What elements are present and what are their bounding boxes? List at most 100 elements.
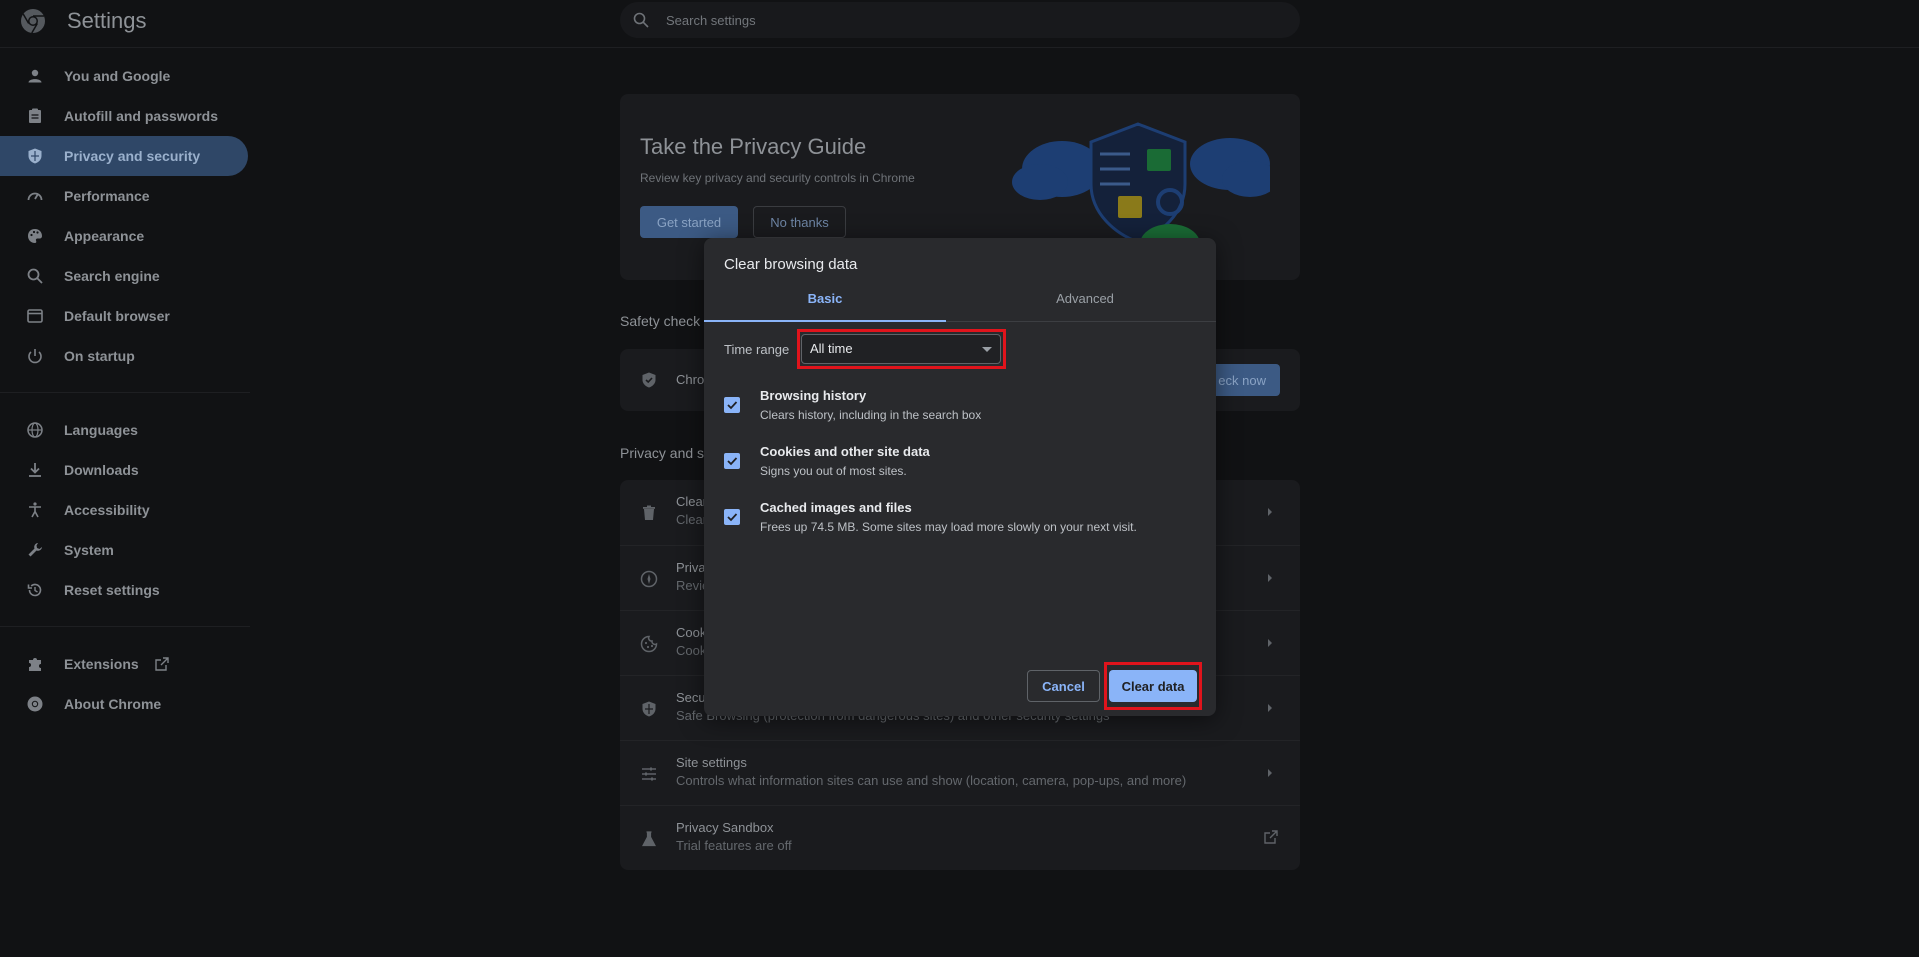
cancel-button[interactable]: Cancel (1027, 670, 1100, 702)
sidebar-item-accessibility[interactable]: Accessibility (0, 490, 248, 530)
clear-data-button[interactable]: Clear data (1109, 670, 1197, 702)
cookies-subtitle: Signs you out of most sites. (760, 464, 907, 478)
safety-check-row-title: Chro (676, 372, 705, 387)
sidebar-item-on-startup[interactable]: On startup (0, 336, 248, 376)
search-icon (27, 268, 43, 284)
browsing-history-subtitle: Clears history, including in the search … (760, 408, 982, 422)
sidebar-item-label: Extensions (64, 656, 139, 672)
sidebar-divider (0, 376, 250, 393)
sidebar-item-label: Downloads (64, 462, 139, 478)
row-title: Privacy Sandbox (676, 820, 774, 835)
sidebar-item-appearance[interactable]: Appearance (0, 216, 248, 256)
row-title: Secu (676, 690, 706, 705)
sidebar-item-downloads[interactable]: Downloads (0, 450, 248, 490)
sidebar-item-languages[interactable]: Languages (0, 410, 248, 450)
sidebar-item-label: Privacy and security (64, 148, 201, 164)
get-started-button[interactable]: Get started (640, 206, 738, 238)
sidebar-item-label: Accessibility (64, 502, 150, 518)
row-subtitle: Controls what information sites can use … (676, 773, 1187, 788)
shield-check-icon (642, 372, 656, 388)
cached-images-subtitle: Frees up 74.5 MB. Some sites may load mo… (760, 520, 1137, 534)
search-input[interactable] (666, 2, 1266, 38)
sidebar-item-label: You and Google (64, 68, 171, 84)
sidebar-item-you-and-google[interactable]: You and Google (0, 56, 248, 96)
checkmark-icon (727, 513, 738, 522)
dialog-title: Clear browsing data (724, 256, 858, 273)
sidebar-item-label: Appearance (64, 228, 145, 244)
power-icon (28, 349, 42, 364)
sidebar-item-performance[interactable]: Performance (0, 176, 248, 216)
trash-icon (643, 505, 655, 520)
row-title: Cook (676, 625, 707, 640)
sidebar-item-default-browser[interactable]: Default browser (0, 296, 248, 336)
cookie-icon (640, 635, 658, 653)
search-icon (633, 12, 649, 28)
dropdown-caret-icon (982, 347, 992, 352)
clipboard-icon (29, 108, 41, 123)
chevron-right-icon (1268, 769, 1272, 777)
chevron-right-icon (1268, 574, 1272, 582)
speedometer-icon (27, 192, 43, 201)
chevron-right-icon (1268, 508, 1272, 516)
dialog-tabs: Basic Advanced (704, 284, 1216, 322)
sidebar-item-label: On startup (64, 348, 135, 364)
shield-icon (28, 148, 42, 164)
chevron-right-icon (1268, 639, 1272, 647)
palette-icon (28, 229, 42, 243)
tab-advanced[interactable]: Advanced (964, 284, 1206, 322)
time-range-label: Time range (724, 342, 790, 357)
sidebar-item-label: Default browser (64, 308, 170, 324)
history-icon (27, 583, 42, 597)
time-range-value: All time (810, 341, 853, 356)
compass-icon (640, 570, 658, 588)
safety-check-label: Safety check (620, 313, 701, 329)
cookies-checkbox[interactable] (724, 453, 740, 469)
privacy-row-site-settings[interactable]: Site settings Controls what information … (620, 740, 1300, 805)
accessibility-icon (29, 502, 41, 518)
cookies-title: Cookies and other site data (760, 444, 930, 459)
wrench-icon (28, 543, 42, 557)
checkmark-icon (727, 401, 738, 410)
sidebar-item-privacy-and-security[interactable]: Privacy and security (0, 136, 248, 176)
open-in-new-icon (155, 657, 169, 671)
sidebar-item-autofill[interactable]: Autofill and passwords (0, 96, 248, 136)
cached-images-checkbox[interactable] (724, 509, 740, 525)
privacy-guide-title: Take the Privacy Guide (640, 134, 867, 159)
sidebar-item-label: System (64, 542, 114, 558)
sidebar-item-label: Autofill and passwords (64, 108, 219, 124)
browsing-history-checkbox[interactable] (724, 397, 740, 413)
sidebar-item-label: Languages (64, 422, 138, 438)
sidebar-item-extensions[interactable]: Extensions (0, 644, 248, 684)
row-title: Clear (676, 494, 708, 509)
search-bar[interactable] (620, 2, 1300, 38)
sidebar: You and Google Autofill and passwords Pr… (0, 56, 250, 724)
sliders-icon (642, 767, 656, 781)
sidebar-item-label: Search engine (64, 268, 160, 284)
row-title: Priva (676, 560, 706, 575)
puzzle-icon (29, 658, 41, 671)
row-subtitle: Clear (676, 512, 708, 527)
browsing-history-title: Browsing history (760, 388, 867, 403)
download-icon (29, 463, 41, 477)
chrome-icon (27, 696, 43, 712)
check-now-button[interactable]: eck now (1212, 364, 1280, 396)
sidebar-item-search-engine[interactable]: Search engine (0, 256, 248, 296)
sidebar-divider (0, 610, 250, 627)
time-range-select[interactable]: All time (801, 334, 1001, 364)
sidebar-item-label: About Chrome (64, 696, 162, 712)
privacy-guide-subtitle: Review key privacy and security controls… (640, 171, 915, 185)
row-subtitle: Trial features are off (676, 838, 792, 853)
checkmark-icon (727, 457, 738, 466)
sidebar-item-reset-settings[interactable]: Reset settings (0, 570, 248, 610)
row-subtitle: Cook (676, 643, 707, 658)
flask-icon (642, 831, 656, 847)
open-in-new-icon (1264, 830, 1278, 844)
privacy-row-privacy-sandbox[interactable]: Privacy Sandbox Trial features are off (620, 805, 1300, 870)
no-thanks-button[interactable]: No thanks (753, 206, 846, 238)
sidebar-item-about-chrome[interactable]: About Chrome (0, 684, 248, 724)
sidebar-item-system[interactable]: System (0, 530, 248, 570)
tab-basic[interactable]: Basic (704, 284, 946, 322)
browser-icon (27, 309, 43, 323)
shield-icon (642, 701, 656, 717)
row-title: Site settings (676, 755, 747, 770)
